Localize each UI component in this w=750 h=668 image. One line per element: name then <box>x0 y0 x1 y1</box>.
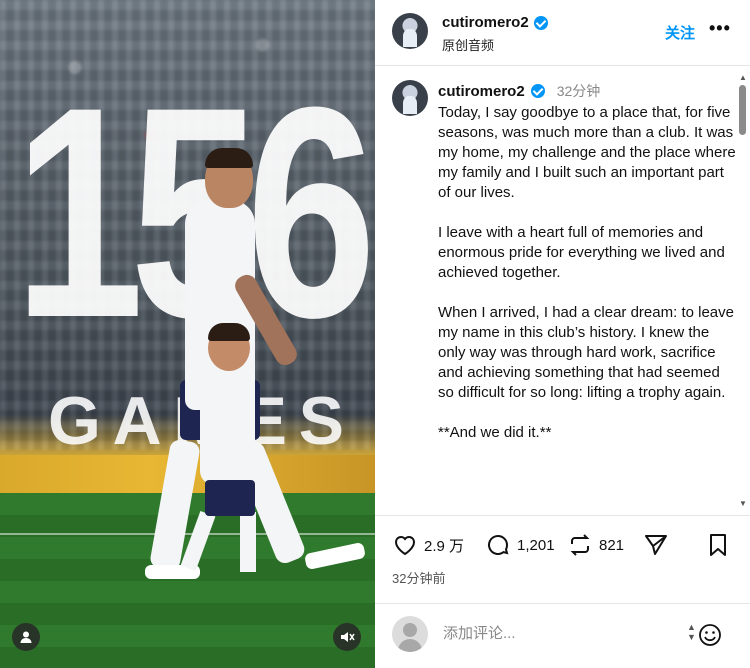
follow-button[interactable]: 关注 <box>665 22 695 43</box>
repost-icon <box>570 534 590 556</box>
like-count: 2.9 万 <box>424 537 465 555</box>
bookmark-icon <box>710 534 726 556</box>
caption-paragraph: When I arrived, I had a clear dream: to … <box>438 304 734 401</box>
instagram-post-view: 156 G A M E S <box>0 0 750 668</box>
send-icon <box>645 535 667 555</box>
speaker-muted-icon <box>341 632 355 642</box>
scroll-up-arrow-icon[interactable]: ▲ <box>739 73 747 82</box>
comment-composer: ▲▼ <box>375 603 750 668</box>
comment-input[interactable] <box>443 625 643 642</box>
caption-username[interactable]: cutiromero2 <box>438 83 525 100</box>
caption-paragraph: **And we did it.** <box>438 424 552 441</box>
share-button[interactable] <box>643 532 669 558</box>
games-letter: G <box>48 383 105 459</box>
caption-paragraph: Today, I say goodbye to a place that, fo… <box>438 104 736 201</box>
comment-button[interactable]: 1,201 <box>485 532 555 558</box>
author-username-text[interactable]: cutiromero2 <box>442 14 529 31</box>
current-user-avatar <box>392 616 428 652</box>
repost-count: 821 <box>599 536 625 554</box>
caption-time[interactable]: 32分钟 <box>557 81 601 101</box>
user-icon <box>20 631 32 643</box>
author-username[interactable]: cutiromero2 <box>442 14 548 31</box>
comment-count: 1,201 <box>517 536 555 554</box>
save-button[interactable] <box>705 532 731 558</box>
post-media[interactable]: 156 G A M E S <box>0 0 375 668</box>
more-options-icon[interactable]: ••• <box>709 18 731 39</box>
games-letter: S <box>298 383 348 459</box>
mute-button[interactable] <box>333 623 361 651</box>
games-letter: A <box>112 383 166 459</box>
post-header: cutiromero2 原创音频 关注 ••• <box>375 0 750 66</box>
smiley-icon[interactable] <box>697 622 723 648</box>
repost-button[interactable]: 821 <box>567 532 624 558</box>
caption-author-avatar[interactable] <box>392 80 428 116</box>
verified-badge-icon <box>530 84 545 98</box>
post-side-panel: cutiromero2 原创音频 关注 ••• cutiromero2 32分钟… <box>375 0 750 668</box>
like-button[interactable]: 2.9 万 <box>392 532 464 558</box>
posted-time[interactable]: 32分钟前 <box>392 568 445 587</box>
comment-icon <box>488 534 509 555</box>
scroll-down-arrow-icon[interactable]: ▼ <box>739 499 747 508</box>
verified-badge-icon <box>533 15 548 30</box>
caption-paragraph: I leave with a heart full of memories an… <box>438 224 725 281</box>
author-avatar[interactable] <box>392 13 428 49</box>
audio-label[interactable]: 原创音频 <box>442 35 494 54</box>
caption-scrollbar[interactable]: ▲ ▼ <box>737 67 747 515</box>
caption-scroll-area[interactable]: cutiromero2 32分钟 Today, I say goodbye to… <box>375 67 750 515</box>
caption-text: Today, I say goodbye to a place that, fo… <box>438 103 738 463</box>
caption-header: cutiromero2 32分钟 <box>438 81 600 101</box>
resize-arrows-icon: ▲ ▼ <box>687 622 696 642</box>
heart-icon <box>394 536 416 556</box>
scrollbar-thumb[interactable] <box>739 85 746 135</box>
tagged-users-button[interactable] <box>12 623 40 651</box>
